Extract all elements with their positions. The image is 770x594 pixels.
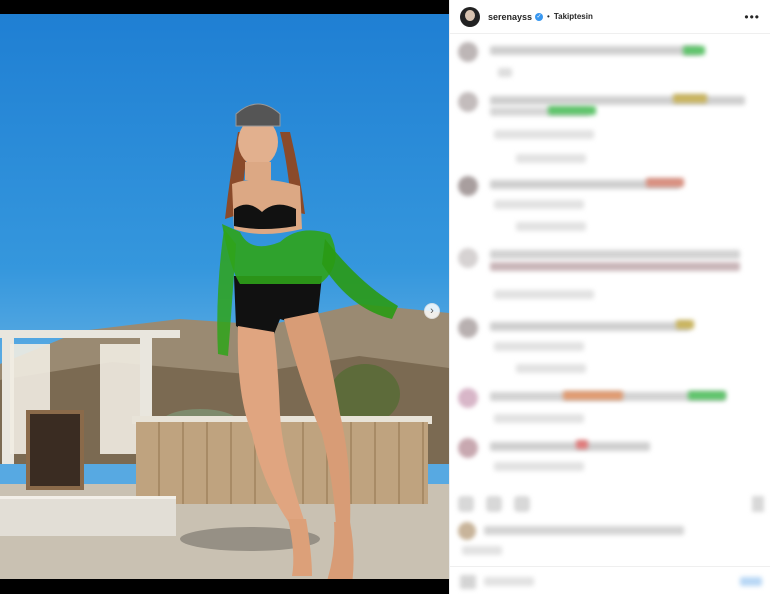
blurred-text bbox=[490, 250, 740, 259]
blurred-emoji bbox=[646, 178, 684, 187]
emoji-icon[interactable] bbox=[460, 575, 476, 589]
blurred-meta bbox=[494, 290, 594, 299]
blurred-emoji bbox=[548, 106, 596, 115]
blurred-meta bbox=[494, 342, 584, 351]
blurred-meta bbox=[494, 414, 584, 423]
add-comment-bar[interactable] bbox=[450, 566, 770, 594]
post-comment-button[interactable] bbox=[740, 577, 762, 586]
like-icon[interactable] bbox=[458, 496, 474, 512]
blurred-text bbox=[490, 442, 650, 451]
blurred-text bbox=[484, 526, 684, 535]
blurred-timestamp bbox=[462, 546, 502, 555]
post-header: serenayss ✓ • Takiptesin ••• bbox=[450, 0, 770, 34]
separator: • bbox=[547, 12, 550, 21]
woman-figure bbox=[180, 103, 398, 579]
blurred-emoji bbox=[683, 46, 705, 55]
blurred-replies bbox=[516, 364, 586, 373]
comment-icon[interactable] bbox=[486, 496, 502, 512]
blurred-meta bbox=[494, 462, 584, 471]
avatar[interactable] bbox=[460, 6, 480, 27]
comment-avatar bbox=[458, 176, 478, 196]
blurred-emoji bbox=[490, 262, 740, 271]
blurred-text bbox=[498, 68, 512, 77]
blurred-emoji bbox=[576, 440, 588, 449]
bookmark-icon[interactable] bbox=[752, 496, 764, 512]
next-photo-button[interactable]: › bbox=[424, 303, 440, 319]
comment-avatar bbox=[458, 42, 478, 62]
comment-avatar bbox=[458, 92, 478, 112]
post-photo[interactable]: › bbox=[0, 14, 449, 579]
blurred-emoji bbox=[563, 391, 623, 400]
username-link[interactable]: serenayss bbox=[488, 12, 532, 22]
blurred-replies bbox=[516, 222, 586, 231]
comment-avatar bbox=[458, 388, 478, 408]
liker-avatar bbox=[458, 522, 476, 540]
blurred-meta bbox=[494, 130, 594, 139]
more-options-icon[interactable]: ••• bbox=[744, 10, 760, 24]
comment-avatar bbox=[458, 318, 478, 338]
post-sidebar: serenayss ✓ • Takiptesin ••• bbox=[449, 0, 770, 594]
comment-avatar bbox=[458, 248, 478, 268]
blurred-emoji bbox=[673, 94, 707, 103]
top-letterbox bbox=[0, 0, 449, 14]
blurred-meta bbox=[494, 200, 584, 209]
blurred-replies bbox=[516, 154, 586, 163]
bottom-letterbox bbox=[0, 579, 449, 594]
chevron-right-icon: › bbox=[430, 305, 434, 317]
blurred-emoji bbox=[688, 391, 726, 400]
post-actions bbox=[458, 496, 530, 512]
follow-status-button[interactable]: Takiptesin bbox=[554, 12, 593, 21]
verified-badge-icon: ✓ bbox=[535, 12, 544, 21]
share-icon[interactable] bbox=[514, 496, 530, 512]
comment-input[interactable] bbox=[484, 577, 534, 586]
blurred-text bbox=[490, 322, 690, 331]
comment-avatar bbox=[458, 438, 478, 458]
blurred-text bbox=[490, 46, 700, 55]
blurred-emoji bbox=[676, 320, 694, 329]
